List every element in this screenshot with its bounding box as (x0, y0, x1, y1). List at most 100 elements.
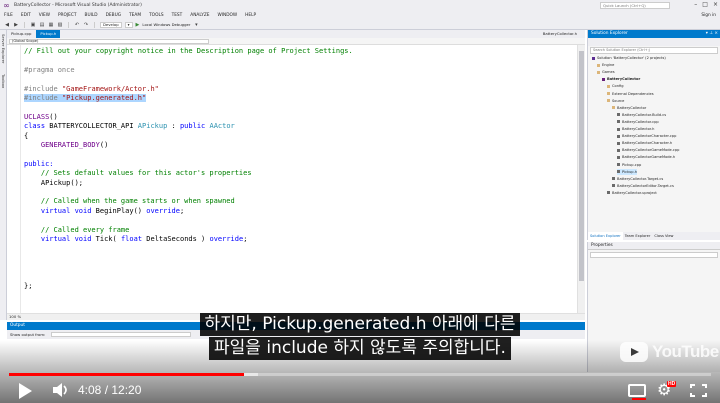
menu-file[interactable]: FILE (4, 13, 13, 18)
properties-title: Properties (591, 243, 613, 248)
code-editor[interactable]: // Fill out your copyright notice in the… (7, 45, 577, 313)
solution-explorer-header: Solution Explorer ▾ ⊥ × (588, 30, 720, 38)
menu-build[interactable]: BUILD (85, 13, 98, 18)
tree-item[interactable]: BatteryCollector.uproject (607, 190, 657, 196)
tree-item-label: BatteryCollectorGameMode.cpp (622, 148, 680, 153)
volume-icon[interactable] (52, 382, 70, 398)
save-icon[interactable]: ▦ (48, 22, 54, 28)
file-icon (617, 113, 620, 117)
forward-icon[interactable]: ▶ (13, 22, 19, 28)
time-current: 4:08 (78, 383, 102, 397)
tree-item[interactable]: BatteryCollector.h (617, 126, 654, 132)
menu-analyze[interactable]: ANALYZE (190, 13, 209, 18)
subtitle-line-2: 파일을 include 하지 않도록 주의합니다. (0, 337, 720, 360)
tree-item[interactable]: BatteryCollectorGameMode.h (617, 154, 675, 160)
youtube-watermark[interactable]: YouTube (620, 342, 719, 362)
tree-item[interactable]: BatteryCollector.cpp (617, 119, 659, 125)
tree-item[interactable]: Engine (597, 62, 614, 68)
start-debugging-icon[interactable]: ▶ (136, 22, 140, 28)
solution-config-select[interactable]: Develop (100, 21, 122, 28)
debugger-button[interactable]: Local Windows Debugger (142, 22, 190, 27)
solution-explorer-search-input[interactable]: Search Solution Explorer (Ctrl+;) (590, 47, 718, 54)
undo-icon[interactable]: ↶ (74, 22, 80, 28)
tree-item[interactable]: BatteryCollector (602, 76, 640, 82)
doc-tab-pickup-h[interactable]: Pickup.h (36, 30, 61, 38)
play-icon[interactable] (19, 383, 32, 399)
tree-item[interactable]: BatteryCollectorCharacter.cpp (617, 133, 676, 139)
menu-test[interactable]: TEST (172, 13, 183, 18)
solution-explorer-panel: Solution Explorer ▾ ⊥ × Search Solution … (587, 30, 720, 240)
tree-item[interactable]: Source (607, 98, 624, 104)
minimize-icon[interactable]: – (694, 1, 697, 8)
solution-explorer-title: Solution Explorer (591, 31, 628, 36)
tree-item[interactable]: BatteryCollector (612, 105, 646, 111)
code-line: virtual void Tick( float DeltaSeconds ) … (40, 235, 248, 243)
tree-item[interactable]: BatteryCollector.Build.cs (617, 112, 666, 118)
menu-project[interactable]: PROJECT (58, 13, 77, 18)
tab-team-explorer[interactable]: Team Explorer (623, 232, 653, 240)
doc-tab-batterycollector-h[interactable]: BatteryCollector.h (543, 30, 577, 38)
save-all-icon[interactable]: ▧ (57, 22, 63, 28)
open-file-icon[interactable]: ▤ (39, 22, 45, 28)
tree-item[interactable]: External Dependencies (607, 91, 654, 97)
tree-item[interactable]: BatteryCollectorCharacter.h (617, 140, 672, 146)
tree-item-label: BatteryCollectorGameMode.h (622, 155, 676, 160)
scope-select[interactable]: (Global Scope) (9, 39, 209, 44)
menu-tools[interactable]: TOOLS (149, 13, 164, 18)
subtitles-icon[interactable] (628, 384, 646, 397)
tree-item-label: Source (612, 98, 625, 103)
code-line: GENERATED_BODY() (40, 141, 109, 149)
tab-class-view[interactable]: Class View (652, 232, 675, 240)
code-line: }; (24, 282, 33, 290)
editor-margin (7, 45, 21, 313)
tree-item[interactable]: Config (607, 83, 624, 89)
tree-item[interactable]: BatteryCollectorGameMode.cpp (617, 147, 679, 153)
left-tool-strip: Server Explorer Toolbox (0, 30, 7, 320)
redo-icon[interactable]: ↷ (83, 22, 89, 28)
dropdown-chevron-icon[interactable]: ▾ (193, 22, 199, 28)
tree-item[interactable]: BatteryCollector.Target.cs (612, 176, 663, 182)
quick-launch-input[interactable]: Quick Launch (Ctrl+Q) (600, 2, 670, 9)
tree-item[interactable]: Solution 'BatteryCollector' (2 projects) (592, 55, 666, 61)
sign-in-link[interactable]: Sign in (701, 13, 716, 18)
maximize-icon[interactable]: □ (702, 1, 708, 8)
code-line: // Fill out your copyright notice in the… (24, 47, 353, 55)
menu-bar: FILE EDIT VIEW PROJECT BUILD DEBUG TEAM TOOLS TE… (0, 11, 720, 20)
doc-tab-pickup-cpp[interactable]: Pickup.cpp (7, 30, 36, 38)
tree-item[interactable]: BatteryCollectorEditor.Target.cs (612, 183, 674, 189)
code-line: APickup(); (24, 178, 84, 187)
tree-item[interactable]: Pickup.h (617, 168, 638, 175)
menu-edit[interactable]: EDIT (21, 13, 31, 18)
tree-item-label: Pickup.h (622, 169, 638, 174)
menu-debug[interactable]: DEBUG (106, 13, 121, 18)
youtube-play-logo-icon (620, 342, 648, 362)
server-explorer-tab[interactable]: Server Explorer (1, 34, 6, 63)
tree-item[interactable]: Pickup.cpp (617, 162, 641, 168)
folder-icon (612, 106, 615, 110)
menu-window[interactable]: WINDOW (217, 13, 237, 18)
back-icon[interactable]: ◀ (4, 22, 10, 28)
hd-badge: HD (667, 381, 677, 387)
window-controls: – □ × (694, 1, 718, 8)
tree-item-label: External Dependencies (612, 91, 654, 96)
tab-solution-explorer[interactable]: Solution Explorer (588, 232, 623, 240)
properties-object-select[interactable] (590, 252, 718, 258)
platform-select[interactable]: ▾ (124, 21, 133, 28)
pin-icon[interactable]: ▾ ⊥ × (706, 30, 718, 38)
editor-vertical-scrollbar[interactable] (577, 45, 585, 313)
close-icon[interactable]: × (713, 1, 718, 8)
fullscreen-icon[interactable] (690, 384, 707, 397)
folder-icon (597, 63, 600, 67)
folder-icon (607, 99, 610, 103)
menu-help[interactable]: HELP (245, 13, 256, 18)
tree-item[interactable]: Games (597, 69, 615, 75)
new-project-icon[interactable]: ▣ (30, 22, 36, 28)
scrollbar-thumb[interactable] (579, 51, 584, 281)
progress-bar[interactable] (9, 373, 711, 376)
menu-team[interactable]: TEAM (129, 13, 141, 18)
solution-explorer-toolbar (588, 38, 720, 46)
menu-view[interactable]: VIEW (39, 13, 50, 18)
time-total: 12:20 (111, 383, 142, 397)
visual-studio-logo-icon: ∞ (3, 1, 10, 10)
toolbox-tab[interactable]: Toolbox (1, 74, 6, 88)
